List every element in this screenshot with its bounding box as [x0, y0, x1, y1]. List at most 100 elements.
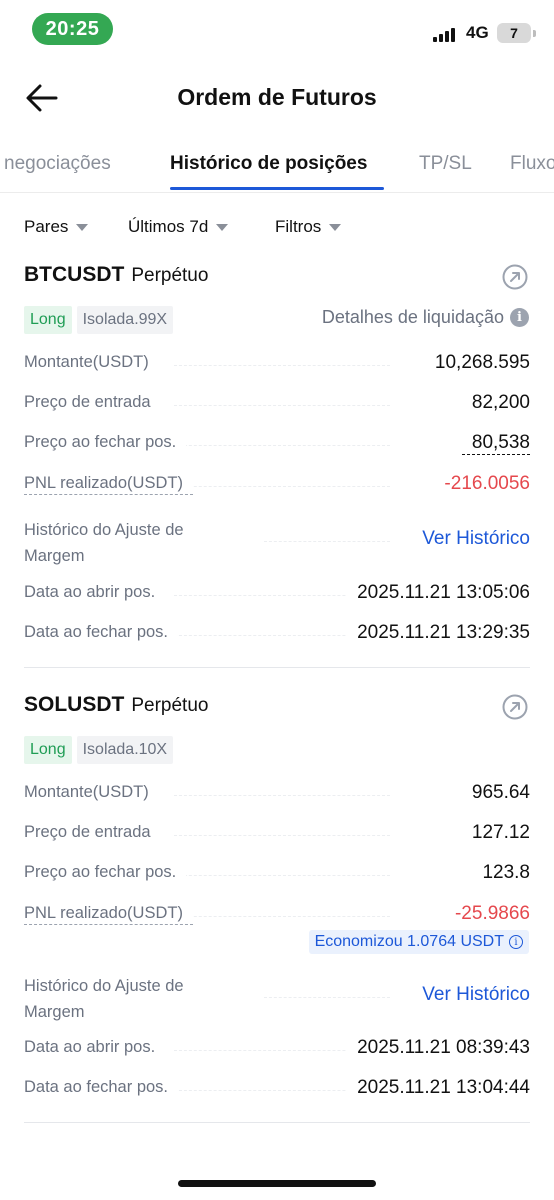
margin-history-label: Histórico do Ajuste de Margem	[24, 973, 229, 1025]
caret-down-icon	[329, 223, 342, 231]
status-bar: 20:25 4G 7	[0, 0, 554, 60]
savings-badge[interactable]: Economizou 1.0764 USDT i	[308, 930, 529, 954]
position-header: BTCUSDT Perpétuo	[24, 263, 208, 293]
period-filter-label: Últimos 7d	[128, 217, 209, 236]
amount-row: Montante(USDT) 965.64	[24, 779, 530, 809]
network-type: 4G	[466, 23, 489, 42]
tab-position-history[interactable]: Histórico de posições	[170, 153, 367, 175]
tab-flow[interactable]: Fluxo	[510, 153, 554, 175]
margin-history-row: Histórico do Ajuste de Margem Ver Histór…	[24, 513, 530, 569]
pnl-value: -25.9866	[444, 903, 530, 925]
position-symbol: SOLUSDT	[24, 693, 125, 716]
dotted-leader	[174, 486, 390, 487]
dotted-leader	[174, 795, 390, 796]
amount-value: 10,268.595	[424, 352, 530, 374]
info-icon: i	[510, 308, 529, 327]
close-price-value[interactable]: 80,538	[461, 432, 530, 455]
close-date-label: Data ao fechar pos.	[24, 1078, 179, 1097]
filters-dropdown[interactable]: Filtros	[275, 217, 342, 237]
savings-badge-label: Economizou 1.0764 USDT	[314, 933, 504, 950]
contract-type: Perpétuo	[131, 695, 209, 716]
dotted-leader	[174, 445, 390, 446]
share-arrow-icon	[502, 694, 528, 720]
filters-dropdown-label: Filtros	[275, 217, 322, 236]
view-history-link[interactable]: Ver Histórico	[412, 984, 530, 1006]
pnl-row: PNL realizado(USDT) -25.9866	[24, 900, 530, 930]
amount-label: Montante(USDT)	[24, 353, 159, 372]
entry-price-row: Preço de entrada 82,200	[24, 389, 530, 419]
open-date-row: Data ao abrir pos. 2025.11.21 13:05:06	[24, 579, 530, 609]
tab-tp-sl[interactable]: TP/SL	[419, 153, 472, 175]
position-tags: Long Isolada.99X	[24, 306, 174, 334]
position-tags: Long Isolada.10X	[24, 736, 174, 764]
open-date-value: 2025.11.21 08:39:43	[347, 1037, 530, 1059]
position-card: SOLUSDT Perpétuo Long Isolada.10X Montan…	[0, 693, 554, 1113]
dotted-leader	[264, 541, 390, 542]
open-date-value: 2025.11.21 13:05:06	[347, 582, 530, 604]
entry-price-value: 127.12	[461, 822, 530, 844]
liquidation-details-label: Detalhes de liquidação	[321, 307, 504, 327]
caret-down-icon	[216, 223, 229, 231]
pairs-filter[interactable]: Pares	[24, 217, 89, 237]
close-price-label: Preço ao fechar pos.	[24, 433, 187, 452]
open-date-row: Data ao abrir pos. 2025.11.21 08:39:43	[24, 1034, 530, 1064]
pnl-row: PNL realizado(USDT) -216.0056	[24, 470, 530, 500]
card-divider	[24, 1122, 530, 1123]
margin-history-row: Histórico do Ajuste de Margem Ver Histór…	[24, 969, 530, 1025]
amount-value: 965.64	[461, 782, 530, 804]
position-header: SOLUSDT Perpétuo	[24, 693, 208, 723]
home-indicator[interactable]	[178, 1180, 376, 1187]
dotted-leader	[174, 405, 390, 406]
liquidation-details-link[interactable]: Detalhes de liquidação i	[322, 307, 529, 328]
close-date-value: 2025.11.21 13:29:35	[347, 622, 530, 644]
margin-mode-badge: Isolada.99X	[76, 306, 174, 334]
share-button[interactable]	[501, 693, 529, 721]
entry-price-value: 82,200	[461, 392, 530, 414]
dotted-leader	[174, 365, 390, 366]
pairs-filter-label: Pares	[24, 217, 69, 236]
open-date-label: Data ao abrir pos.	[24, 583, 166, 602]
dotted-leader	[264, 997, 390, 998]
signal-strength-icon	[433, 26, 455, 42]
dotted-leader	[174, 875, 390, 876]
info-icon: i	[509, 935, 523, 949]
position-card: BTCUSDT Perpétuo Long Isolada.99X Detalh…	[0, 263, 554, 663]
header: Ordem de Futuros	[0, 70, 554, 126]
share-arrow-icon	[502, 264, 528, 290]
entry-price-row: Preço de entrada 127.12	[24, 819, 530, 849]
battery-icon: 7	[497, 23, 531, 43]
dotted-leader	[174, 916, 390, 917]
close-date-row: Data ao fechar pos. 2025.11.21 13:29:35	[24, 619, 530, 649]
view-history-link[interactable]: Ver Histórico	[412, 528, 530, 550]
open-date-label: Data ao abrir pos.	[24, 1038, 166, 1057]
tab-bar: negociações Histórico de posições TP/SL …	[0, 140, 554, 192]
close-date-row: Data ao fechar pos. 2025.11.21 13:04:44	[24, 1074, 530, 1104]
dotted-leader	[174, 835, 390, 836]
active-tab-indicator	[170, 187, 384, 190]
pnl-label[interactable]: PNL realizado(USDT)	[24, 904, 193, 925]
amount-row: Montante(USDT) 10,268.595	[24, 349, 530, 379]
tab-trades[interactable]: negociações	[4, 153, 111, 175]
page-title: Ordem de Futuros	[177, 84, 377, 110]
close-price-row: Preço ao fechar pos. 80,538	[24, 429, 530, 459]
entry-price-label: Preço de entrada	[24, 823, 161, 842]
filter-bar: Pares Últimos 7d Filtros	[0, 214, 554, 244]
pnl-label[interactable]: PNL realizado(USDT)	[24, 474, 193, 495]
margin-history-label: Histórico do Ajuste de Margem	[24, 517, 229, 569]
share-button[interactable]	[501, 263, 529, 291]
period-filter[interactable]: Últimos 7d	[128, 217, 229, 237]
divider	[0, 192, 554, 193]
contract-type: Perpétuo	[131, 265, 209, 286]
close-date-value: 2025.11.21 13:04:44	[347, 1077, 530, 1099]
close-price-value: 123.8	[472, 862, 530, 884]
battery-cap	[533, 30, 536, 37]
close-price-label: Preço ao fechar pos.	[24, 863, 187, 882]
pnl-value: -216.0056	[434, 473, 530, 495]
margin-mode-badge: Isolada.10X	[76, 736, 174, 764]
caret-down-icon	[76, 223, 89, 231]
position-symbol: BTCUSDT	[24, 263, 125, 286]
close-date-label: Data ao fechar pos.	[24, 623, 179, 642]
status-time: 20:25	[32, 13, 113, 45]
entry-price-label: Preço de entrada	[24, 393, 161, 412]
card-divider	[24, 667, 530, 668]
